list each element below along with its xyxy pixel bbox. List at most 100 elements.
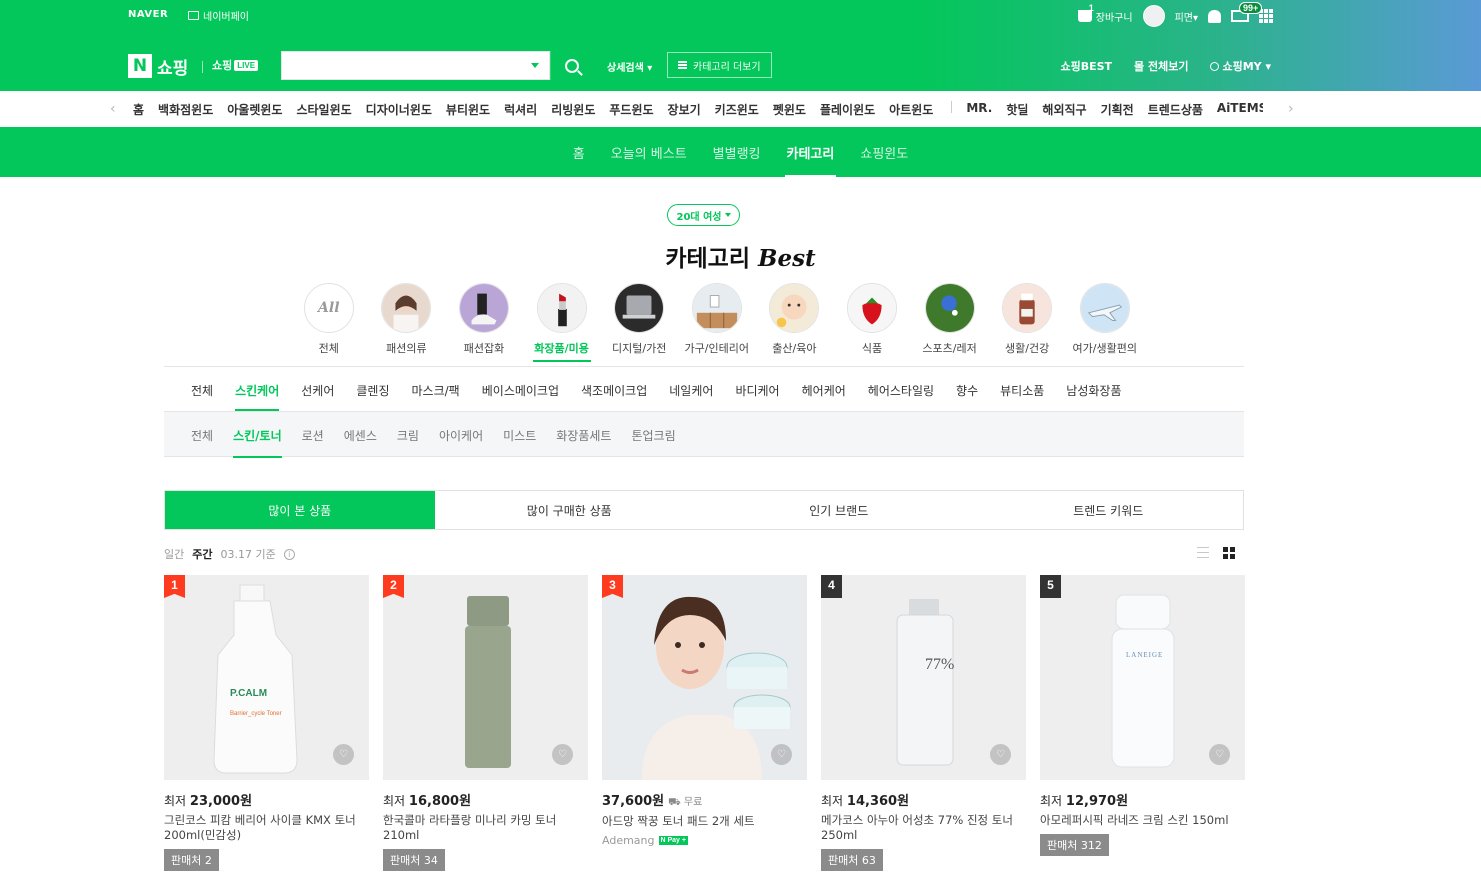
- window-nav-item[interactable]: 펫윈도: [773, 101, 806, 118]
- subnav-home[interactable]: 홈: [573, 143, 585, 162]
- mail-icon[interactable]: 99+: [1231, 2, 1263, 22]
- window-nav-item[interactable]: 키즈윈도: [715, 101, 759, 118]
- window-nav-item[interactable]: 푸드윈도: [609, 101, 653, 118]
- n-logo-icon[interactable]: N: [128, 54, 152, 78]
- heart-icon[interactable]: ♡: [552, 744, 573, 765]
- subcategory-item[interactable]: 마스크/팩: [412, 382, 460, 399]
- cart-link[interactable]: 1 장바구니: [1077, 3, 1133, 24]
- subcategory-item[interactable]: 남성화장품: [1066, 382, 1121, 399]
- tab-most-purchased[interactable]: 많이 구매한 상품: [435, 491, 705, 529]
- category-furniture[interactable]: 가구/인테리어: [678, 283, 756, 362]
- window-nav-item[interactable]: 트렌드상품: [1148, 101, 1203, 118]
- seller-count-badge[interactable]: 판매처 2: [164, 849, 219, 871]
- product-name[interactable]: 아모레퍼시픽 라네즈 크림 스킨 150ml: [1040, 813, 1245, 828]
- product-image[interactable]: 1 P.CALM Barrier_cycle Toner ♡: [164, 575, 369, 780]
- window-nav-item[interactable]: 핫딜: [1006, 101, 1028, 118]
- category-sports[interactable]: 스포츠/레저: [911, 283, 989, 362]
- category-leisure[interactable]: 여가/생활편의: [1066, 283, 1144, 362]
- info-icon[interactable]: i: [283, 548, 295, 560]
- category-food[interactable]: 식품: [833, 283, 911, 362]
- list-view-icon[interactable]: [1197, 547, 1209, 558]
- shopping-logo-text[interactable]: 쇼핑: [157, 54, 188, 79]
- bell-icon[interactable]: [1208, 9, 1221, 23]
- heart-icon[interactable]: ♡: [1209, 744, 1230, 765]
- shopping-best-link[interactable]: 쇼핑BEST: [1060, 58, 1112, 74]
- window-nav-item[interactable]: 스타일윈도: [296, 101, 351, 118]
- product-name[interactable]: 그린코스 피캄 베리어 사이클 KMX 토너 200ml(민감성): [164, 813, 369, 843]
- subcategory-item[interactable]: 향수: [956, 382, 978, 399]
- tab-trend-keyword[interactable]: 트렌드 키워드: [974, 491, 1244, 529]
- chevron-left-icon[interactable]: ‹: [110, 101, 116, 117]
- seller-count-badge[interactable]: 판매처 34: [383, 849, 445, 871]
- leaf-category-item[interactable]: 크림: [397, 427, 419, 444]
- window-nav-item[interactable]: 리빙윈도: [551, 101, 595, 118]
- category-all[interactable]: All 전체: [290, 283, 368, 362]
- naver-pay-link[interactable]: 네이버페이: [188, 8, 249, 23]
- period-weekly[interactable]: 주간: [192, 546, 212, 562]
- leaf-category-item[interactable]: 아이케어: [439, 427, 483, 444]
- category-fashion-clothing[interactable]: 패션의류: [368, 283, 446, 362]
- window-nav-item[interactable]: 기획전: [1101, 101, 1134, 118]
- store-name[interactable]: Ademang: [602, 834, 655, 847]
- chevron-right-icon[interactable]: ›: [1288, 101, 1294, 117]
- window-nav-item[interactable]: 럭셔리: [504, 101, 537, 118]
- product-image[interactable]: 5 LANEIGE ♡: [1040, 575, 1245, 780]
- subcategory-item[interactable]: 전체: [191, 382, 213, 399]
- product-image[interactable]: 2 ♡: [383, 575, 588, 780]
- leaf-category-item[interactable]: 에센스: [344, 427, 377, 444]
- category-living-health[interactable]: 생활/건강: [988, 283, 1066, 362]
- product-card[interactable]: 4 77% ♡ 최저 14,360원 메가코스 아누아 어성초 77% 진정 토…: [821, 575, 1026, 871]
- avatar[interactable]: [1142, 5, 1165, 27]
- subcategory-item[interactable]: 클렌징: [356, 382, 389, 399]
- grid-view-icon[interactable]: [1223, 547, 1235, 559]
- subcategory-item[interactable]: 선케어: [301, 382, 334, 399]
- search-input[interactable]: [282, 52, 522, 79]
- tab-most-viewed[interactable]: 많이 본 상품: [165, 491, 435, 529]
- naver-logo[interactable]: NAVER: [128, 9, 168, 20]
- all-malls-link[interactable]: 몰 전체보기: [1134, 58, 1188, 74]
- subcategory-item[interactable]: 네일케어: [669, 382, 713, 399]
- leaf-category-item[interactable]: 톤업크림: [631, 427, 675, 444]
- subnav-shopping-window[interactable]: 쇼핑윈도: [860, 143, 908, 162]
- period-daily[interactable]: 일간: [164, 546, 184, 562]
- product-card[interactable]: 2 ♡ 최저 16,800원 한국콜마 라타플랑 미나리 카밍 토너 210ml…: [383, 575, 588, 871]
- window-nav-item[interactable]: 백화점윈도: [158, 101, 213, 118]
- subcategory-item[interactable]: 헤어케어: [802, 382, 846, 399]
- leaf-category-item[interactable]: 화장품세트: [556, 427, 611, 444]
- leaf-category-item[interactable]: 전체: [191, 427, 213, 444]
- leaf-category-item-active[interactable]: 스킨/토너: [233, 427, 282, 458]
- tab-popular-brand[interactable]: 인기 브랜드: [704, 491, 974, 529]
- shopping-my-link[interactable]: 쇼핑MY ▾: [1210, 58, 1271, 74]
- window-nav-item[interactable]: MR.: [966, 101, 992, 118]
- leaf-category-item[interactable]: 로션: [302, 427, 324, 444]
- product-image[interactable]: 3 ♡: [602, 575, 807, 780]
- window-nav-item[interactable]: 장보기: [668, 101, 701, 118]
- product-name[interactable]: 한국콜마 라타플랑 미나리 카밍 토너 210ml: [383, 813, 588, 843]
- subcategory-item[interactable]: 바디케어: [735, 382, 779, 399]
- shopping-live-link[interactable]: 쇼핑 LIVE: [212, 57, 259, 73]
- user-menu[interactable]: 피면▾: [1175, 9, 1198, 24]
- window-nav-item[interactable]: 아트윈도: [889, 101, 933, 118]
- window-nav-item[interactable]: AiTEMS: [1217, 101, 1263, 118]
- window-nav-item[interactable]: 뷰티윈도: [446, 101, 490, 118]
- window-nav-item[interactable]: 아울렛윈도: [227, 101, 282, 118]
- subcategory-item[interactable]: 색조메이크업: [581, 382, 647, 399]
- category-cosmetics[interactable]: 화장품/미용: [523, 283, 601, 362]
- subnav-category[interactable]: 카테고리: [784, 143, 837, 178]
- category-more-button[interactable]: 카테고리 더보기: [667, 52, 772, 78]
- window-nav-item[interactable]: 해외직구: [1042, 101, 1086, 118]
- window-nav-item[interactable]: 홈: [133, 101, 144, 118]
- product-image[interactable]: 4 77% ♡: [821, 575, 1026, 780]
- search-dropdown-icon[interactable]: [531, 63, 539, 68]
- subcategory-item[interactable]: 뷰티소품: [1000, 382, 1044, 399]
- product-card[interactable]: 1 P.CALM Barrier_cycle Toner ♡ 최저 23,000…: [164, 575, 369, 871]
- subcategory-item[interactable]: 베이스메이크업: [482, 382, 559, 399]
- window-nav-item[interactable]: 플레이윈도: [820, 101, 875, 118]
- seller-count-badge[interactable]: 판매처 63: [821, 849, 883, 871]
- product-name[interactable]: 아드망 짝꿍 토너 패드 2개 세트: [602, 814, 807, 829]
- window-nav-item[interactable]: 디자이너윈도: [366, 101, 432, 118]
- subcategory-item-active[interactable]: 스킨케어: [235, 382, 280, 411]
- product-card[interactable]: 3 ♡ 37,600원 ⛟ 무료 아드망 짝꿍 토너 패드 2개 세트 Adema…: [602, 575, 807, 871]
- leaf-category-item[interactable]: 미스트: [503, 427, 536, 444]
- category-baby[interactable]: 출산/육아: [756, 283, 834, 362]
